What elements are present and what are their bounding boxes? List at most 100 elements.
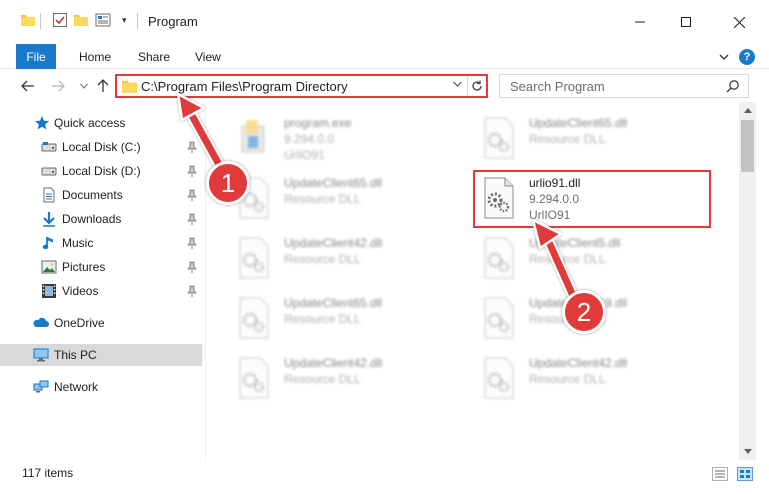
sidebar-item-label: Pictures (62, 260, 106, 274)
chevron-down-icon (453, 81, 462, 87)
file-item[interactable]: UpdateClient65.dll Resource DLL (234, 292, 474, 344)
tab-share[interactable]: Share (138, 50, 170, 64)
forward-button[interactable] (50, 78, 66, 94)
file-name: program.exe (284, 116, 352, 130)
quick-access-dropdown-icon[interactable]: ▾ (122, 15, 127, 26)
drive-icon (41, 167, 57, 176)
sidebar-item-videos[interactable]: Videos (0, 280, 202, 302)
sidebar-item-onedrive[interactable]: OneDrive (0, 312, 202, 334)
chevron-down-icon (743, 449, 752, 454)
sidebar-item-label: Local Disk (D:) (62, 164, 141, 178)
navigation-bar: C:\Program Files\Program Directory (0, 70, 769, 102)
file-name: UpdateClient42.dll (284, 236, 383, 250)
file-description: UrllO91 (284, 148, 325, 162)
sidebar-item-label: Videos (62, 284, 99, 298)
vertical-scrollbar[interactable] (739, 102, 756, 460)
address-dropdown-button[interactable] (453, 79, 462, 90)
file-item[interactable]: UpdateClient42.dll Resource DLL (234, 232, 474, 284)
recent-locations-button[interactable] (76, 78, 92, 94)
pin-icon[interactable] (187, 213, 197, 225)
search-icon[interactable] (726, 79, 740, 93)
dll-file-icon (239, 297, 269, 339)
address-bar[interactable]: C:\Program Files\Program Directory (115, 74, 488, 98)
address-path[interactable]: C:\Program Files\Program Directory (141, 79, 348, 94)
arrow-right-icon (52, 80, 65, 92)
search-input[interactable] (500, 75, 725, 97)
pin-icon[interactable] (187, 285, 197, 297)
file-item[interactable]: UpdateClient5.dll Resource DLL (479, 232, 719, 284)
step-badge-2: 2 (562, 290, 606, 334)
scroll-down-button[interactable] (739, 443, 756, 460)
refresh-button[interactable] (467, 76, 486, 96)
refresh-icon (472, 80, 482, 91)
close-button[interactable] (709, 0, 769, 44)
window-title: Program (148, 14, 198, 29)
dll-file-icon (484, 177, 514, 219)
back-button[interactable] (20, 78, 36, 94)
file-version: 9.294.0.0 (529, 192, 580, 206)
file-item-urlio91[interactable]: urlio91.dll 9.294.0.0 UrlIO91 (479, 172, 719, 224)
sidebar-item-local-disk-c[interactable]: Local Disk (C:) (0, 136, 202, 158)
file-description: Resource DLL (284, 372, 361, 386)
dll-file-icon (484, 357, 514, 399)
scrollbar-thumb[interactable] (741, 120, 754, 172)
sidebar-item-music[interactable]: Music (0, 232, 202, 254)
file-item[interactable]: UpdateClient42.dll Resource DLL (234, 352, 474, 404)
new-folder-icon[interactable] (73, 12, 89, 28)
sidebar-item-label: OneDrive (54, 316, 105, 330)
network-icon (33, 380, 49, 393)
music-icon (42, 237, 53, 250)
chevron-down-icon[interactable] (716, 49, 732, 65)
close-icon (733, 16, 745, 28)
rename-icon[interactable] (95, 12, 111, 28)
sidebar-item-downloads[interactable]: Downloads (0, 208, 202, 230)
pin-icon[interactable] (187, 165, 197, 177)
sidebar-item-this-pc[interactable]: This PC (0, 344, 202, 366)
sidebar-item-documents[interactable]: Documents (0, 184, 202, 206)
scroll-up-button[interactable] (739, 102, 756, 119)
pin-icon[interactable] (187, 237, 197, 249)
pin-icon[interactable] (187, 189, 197, 201)
file-description: Resource DLL (529, 252, 606, 266)
file-name: UpdateClient65.dll (284, 296, 383, 310)
file-item[interactable]: program.exe 9.294.0.0 UrllO91 (234, 112, 474, 164)
minimize-icon (635, 21, 645, 23)
file-list: program.exe 9.294.0.0 UrllO91 UpdateClie… (206, 102, 739, 460)
status-bar: 117 items (0, 460, 769, 494)
search-box[interactable] (499, 74, 749, 98)
ribbon-tabs: File Home Share View ? (0, 44, 769, 69)
up-button[interactable] (95, 78, 111, 94)
file-item[interactable]: UpdateClient42.dll Resource DLL (479, 352, 719, 404)
toolbar-separator (137, 13, 138, 29)
tab-view[interactable]: View (195, 50, 221, 64)
file-description: UrlIO91 (529, 208, 571, 222)
minimize-button[interactable] (617, 0, 663, 44)
videos-icon (42, 284, 56, 298)
properties-check-icon[interactable] (52, 12, 68, 28)
file-description: Resource DLL (529, 372, 606, 386)
sidebar-item-network[interactable]: Network (0, 376, 202, 398)
file-item[interactable]: UpdateClient65.dll Resource DLL (479, 112, 719, 164)
chevron-up-icon (743, 108, 752, 113)
sidebar-item-local-disk-d[interactable]: Local Disk (D:) (0, 160, 202, 182)
star-icon (35, 116, 49, 130)
dll-file-icon (239, 237, 269, 279)
sidebar-item-quick-access[interactable]: Quick access (0, 112, 202, 134)
file-name: urlio91.dll (529, 176, 581, 190)
pin-icon[interactable] (187, 141, 197, 153)
pin-icon[interactable] (187, 261, 197, 273)
tiles-view-icon (740, 470, 750, 478)
details-view-button[interactable] (712, 467, 728, 481)
pictures-icon (41, 260, 57, 274)
file-description: Resource DLL (284, 192, 361, 206)
maximize-icon (681, 17, 691, 27)
tab-file[interactable]: File (16, 44, 56, 69)
tab-home[interactable]: Home (79, 50, 111, 64)
file-description: Resource DLL (284, 312, 361, 326)
file-item[interactable]: UpdateClient65.dll Resource DLL (234, 172, 474, 224)
sidebar-item-pictures[interactable]: Pictures (0, 256, 202, 278)
maximize-button[interactable] (663, 0, 709, 44)
tiles-view-button[interactable] (737, 467, 753, 481)
folder-icon[interactable] (20, 12, 36, 28)
help-icon[interactable]: ? (739, 49, 755, 65)
